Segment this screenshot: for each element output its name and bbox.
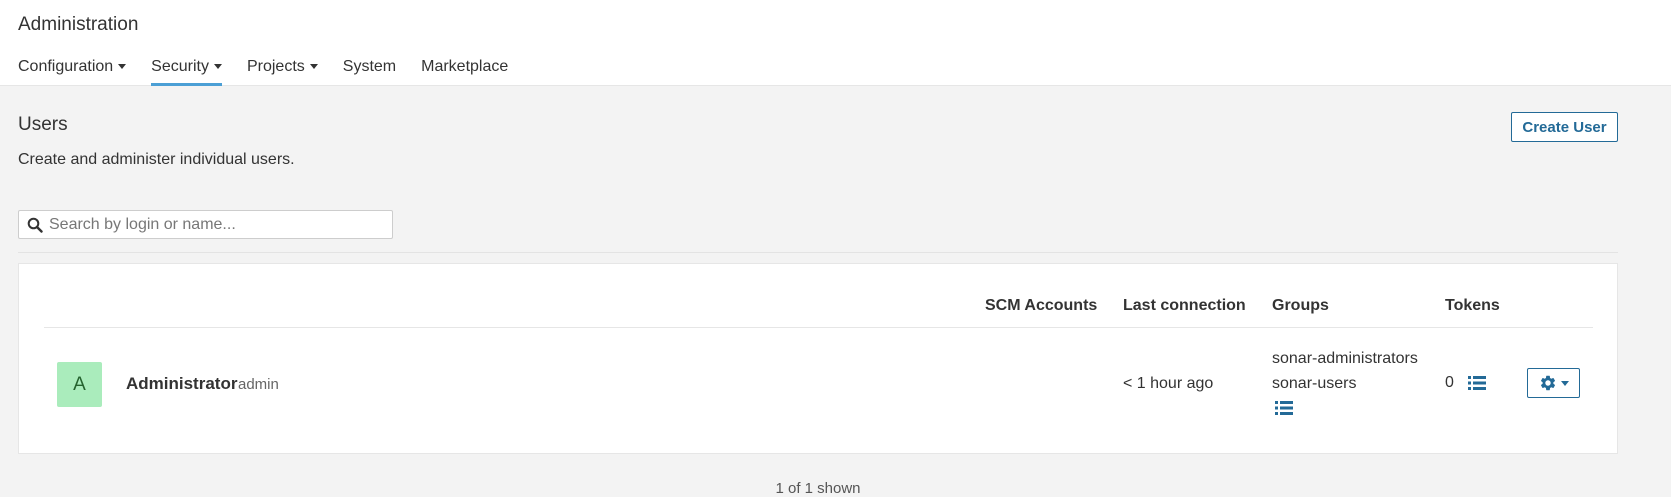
admin-title: Administration	[18, 14, 139, 35]
last-connection: < 1 hour ago	[1123, 375, 1214, 392]
nav-configuration[interactable]: Configuration	[18, 58, 127, 86]
results-count: 1 of 1 shown	[775, 480, 861, 497]
nav-system-label: System	[342, 58, 397, 75]
nav-security-label: Security	[151, 58, 209, 75]
chevron-down-icon	[309, 64, 318, 70]
group-item: sonar-users	[1272, 375, 1357, 392]
search-box	[18, 210, 393, 239]
admin-header: Administration Configuration Security Pr…	[0, 0, 1671, 86]
nav-projects[interactable]: Projects	[247, 58, 318, 86]
nav-marketplace-label: Marketplace	[421, 58, 509, 75]
page-title: Users	[18, 114, 68, 135]
nav-security[interactable]: Security	[151, 58, 222, 86]
nav-marketplace[interactable]: Marketplace	[421, 58, 508, 86]
user-login: admin	[238, 376, 279, 393]
users-table: SCM Accounts Last connection Groups Toke…	[18, 263, 1618, 454]
edit-groups-list-icon[interactable]	[1275, 400, 1293, 416]
divider	[18, 252, 1618, 253]
page-description: Create and administer individual users.	[18, 151, 295, 168]
admin-nav: Configuration Security Projects System M…	[18, 58, 533, 86]
column-header-last-connection: Last connection	[1123, 297, 1246, 314]
table-header-divider	[44, 327, 1593, 328]
nav-configuration-label: Configuration	[18, 58, 114, 75]
tokens-count: 0	[1445, 374, 1454, 391]
chevron-down-icon	[118, 64, 127, 70]
group-item: sonar-administrators	[1272, 350, 1418, 367]
search-icon	[27, 217, 43, 233]
nav-system[interactable]: System	[343, 58, 396, 86]
edit-tokens-list-icon[interactable]	[1468, 375, 1486, 391]
user-actions-button[interactable]	[1527, 368, 1580, 398]
column-header-tokens: Tokens	[1445, 297, 1500, 314]
avatar: A	[57, 362, 102, 407]
column-header-groups: Groups	[1272, 297, 1329, 314]
create-user-button[interactable]: Create User	[1511, 112, 1618, 142]
nav-projects-label: Projects	[246, 58, 305, 75]
column-header-scm-accounts: SCM Accounts	[985, 297, 1098, 314]
user-name: Administrator	[126, 374, 238, 393]
search-input[interactable]	[49, 215, 379, 234]
chevron-down-icon	[213, 64, 222, 70]
gear-icon	[1540, 375, 1555, 391]
chevron-down-icon	[1560, 380, 1569, 386]
